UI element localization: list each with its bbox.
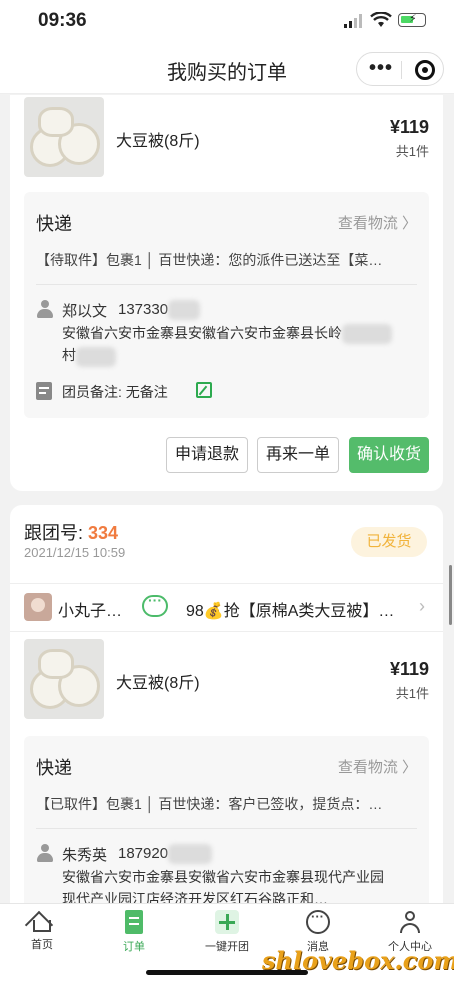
product-thumbnail xyxy=(24,639,104,719)
logistics-title: 快递 xyxy=(36,758,72,778)
product-price: ¥119 xyxy=(389,659,429,679)
product-thumbnail xyxy=(24,97,104,177)
signal-icon xyxy=(344,14,362,28)
tab-home[interactable]: 首页 xyxy=(2,910,82,952)
confirm-receipt-button[interactable]: 确认收货 xyxy=(349,437,429,473)
wifi-icon xyxy=(370,12,392,27)
status-badge: 已发货 xyxy=(351,527,427,557)
person-icon xyxy=(36,300,54,318)
logistics-title: 快递 xyxy=(36,214,72,234)
logistics-panel: 快递 查看物流 〉 【已取件】包裹1 │ 百世快递：客户已签收，提货点：… 朱秀… xyxy=(24,736,429,903)
logistics-panel: 快递 查看物流 〉 【待取件】包裹1 │ 百世快递：您的派件已送达至【菜… 郑以… xyxy=(24,192,429,418)
tab-start-group[interactable]: 一键开团 xyxy=(187,910,267,954)
person-icon xyxy=(36,844,54,862)
refund-button[interactable]: 申请退款 xyxy=(166,437,248,473)
user-icon xyxy=(398,910,422,934)
track-logistics-link[interactable]: 查看物流 〉 xyxy=(338,756,417,777)
status-time: 09:36 xyxy=(38,10,87,31)
order-list[interactable]: 大豆被(8斤) ¥119 共1件 快递 查看物流 〉 【待取件】包裹1 │ 百世… xyxy=(0,95,454,903)
group-row[interactable]: 小丸子… 98💰抢【原棉A类大豆被】… › xyxy=(24,592,429,621)
order-date: 2021/12/15 10:59 xyxy=(24,545,126,560)
tab-orders[interactable]: 订单 xyxy=(94,910,174,954)
track-logistics-link[interactable]: 查看物流 〉 xyxy=(338,212,417,233)
product-qty: 共1件 xyxy=(395,144,429,159)
reorder-button[interactable]: 再来一单 xyxy=(257,437,339,473)
product-qty: 共1件 xyxy=(395,686,429,701)
plus-icon xyxy=(215,910,239,934)
message-icon xyxy=(306,909,330,934)
order-icon xyxy=(125,910,143,934)
chat-icon[interactable] xyxy=(142,592,168,617)
logistics-status: 【已取件】包裹1 │ 百世快递：客户已签收，提货点：… xyxy=(36,796,383,812)
group-number: 跟团号: 334 xyxy=(24,523,119,543)
more-icon[interactable]: ••• xyxy=(369,57,393,80)
product-name: 大豆被(8斤) xyxy=(116,675,200,692)
recipient-name: 郑以文 xyxy=(62,303,108,320)
product-row[interactable]: 大豆被(8斤) ¥119 共1件 xyxy=(24,639,429,721)
status-bar: 09:36 ⚡ xyxy=(0,0,454,44)
scroll-indicator xyxy=(449,565,452,625)
avatar xyxy=(24,593,52,621)
product-price: ¥119 xyxy=(389,117,429,137)
note-icon xyxy=(36,382,52,400)
mini-program-capsule: ••• xyxy=(356,52,444,86)
recipient-address: 安徽省六安市金寨县安徽省六安市金寨县长岭 村 xyxy=(62,322,412,367)
member-note: 团员备注: 无备注 xyxy=(62,384,168,400)
recipient-phone: 187920 xyxy=(118,844,213,864)
product-row[interactable]: 大豆被(8斤) ¥119 共1件 xyxy=(24,97,429,179)
recipient-name: 朱秀英 xyxy=(62,847,108,864)
home-indicator xyxy=(146,970,308,975)
chevron-right-icon: › xyxy=(419,596,425,616)
group-leader-name: 小丸子… xyxy=(58,603,123,620)
order-card: 跟团号: 334 2021/12/15 10:59 已发货 小丸子… 98💰抢【… xyxy=(10,505,443,903)
battery-icon: ⚡ xyxy=(398,13,426,27)
recipient-address: 安徽省六安市金寨县安徽省六安市金寨县现代产业园 现代产业园江店经济开发区红石谷路… xyxy=(62,869,384,903)
logistics-status: 【待取件】包裹1 │ 百世快递：您的派件已送达至【菜… xyxy=(36,252,383,268)
close-icon[interactable] xyxy=(415,60,435,80)
product-name: 大豆被(8斤) xyxy=(116,133,200,150)
navbar: 我购买的订单 ••• xyxy=(0,44,454,94)
recipient-phone: 137330 xyxy=(118,300,201,320)
group-title: 98💰抢【原棉A类大豆被】… xyxy=(186,603,395,620)
order-card: 大豆被(8斤) ¥119 共1件 快递 查看物流 〉 【待取件】包裹1 │ 百世… xyxy=(10,95,443,491)
edit-note-icon[interactable] xyxy=(196,382,212,398)
